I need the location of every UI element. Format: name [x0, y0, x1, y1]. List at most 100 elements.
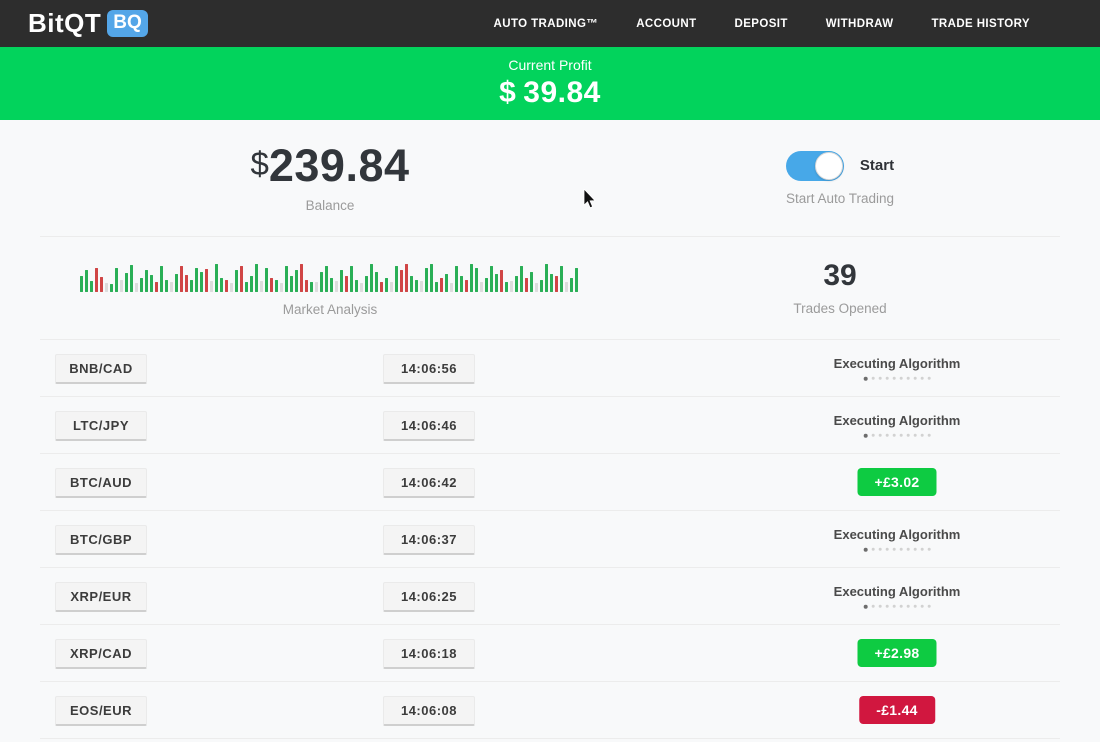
market-bar: [410, 276, 413, 292]
market-bar: [395, 266, 398, 292]
market-bar: [280, 283, 283, 292]
table-row: EOS/EUR 14:06:08 -£1.44: [40, 682, 1060, 739]
pair-chip: LTC/JPY: [55, 411, 147, 441]
market-analysis-block: Market Analysis: [40, 237, 620, 339]
progress-dot: [892, 605, 895, 608]
progress-dot: [863, 376, 867, 380]
progress-dot: [906, 377, 909, 380]
progress-dot: [920, 434, 923, 437]
progress-dot: [913, 548, 916, 551]
nav-withdraw[interactable]: WITHDRAW: [826, 18, 894, 30]
trade-result: -£1.44: [859, 696, 935, 724]
time-chip: 14:06:25: [383, 582, 475, 612]
logo-text: BitQT: [28, 8, 101, 39]
logo-badge: BQ: [107, 10, 148, 37]
pair-chip: EOS/EUR: [55, 696, 147, 726]
market-bar: [230, 283, 233, 292]
market-bar: [565, 282, 568, 292]
progress-dot: [899, 434, 902, 437]
market-bar: [510, 281, 513, 292]
pair-chip: XRP/EUR: [55, 582, 147, 612]
top-navigation-bar: BitQT BQ AUTO TRADING™ ACCOUNT DEPOSIT W…: [0, 0, 1100, 47]
progress-dot: [878, 377, 881, 380]
progress-dot: [913, 605, 916, 608]
market-bar: [515, 276, 518, 292]
trades-opened-block: 39 Trades Opened: [620, 237, 1060, 339]
trade-result: +£2.98: [857, 639, 936, 667]
market-bar: [135, 283, 138, 292]
market-bar: [420, 281, 423, 292]
progress-dot: [863, 547, 867, 551]
market-bar: [125, 273, 128, 292]
nav-account[interactable]: ACCOUNT: [636, 18, 696, 30]
market-bar: [120, 280, 123, 292]
market-section: Market Analysis 39 Trades Opened: [40, 237, 1060, 340]
market-bar: [455, 266, 458, 292]
market-bar: [495, 274, 498, 292]
market-bar: [405, 264, 408, 292]
nav-trade-history[interactable]: TRADE HISTORY: [932, 18, 1031, 30]
trade-result: +£3.02: [857, 468, 936, 496]
market-bar: [400, 270, 403, 292]
market-bar: [150, 275, 153, 292]
progress-dot: [906, 434, 909, 437]
balance-block: $239.84 Balance: [40, 120, 620, 236]
market-bar: [195, 268, 198, 292]
progress-dots: [834, 548, 961, 552]
market-bar: [175, 274, 178, 292]
market-bar: [450, 283, 453, 292]
market-bar: [300, 264, 303, 292]
time-chip: 14:06:42: [383, 468, 475, 498]
trade-result: Executing Algorithm: [834, 527, 961, 552]
progress-dots: [834, 434, 961, 438]
trade-result: Executing Algorithm: [834, 413, 961, 438]
executing-algorithm-label: Executing Algorithm: [834, 584, 961, 599]
market-bar: [375, 272, 378, 292]
executing-algorithm-label: Executing Algorithm: [834, 527, 961, 542]
market-bar: [540, 280, 543, 292]
market-bar: [415, 280, 418, 292]
time-chip: 14:06:37: [383, 525, 475, 555]
market-bar: [500, 270, 503, 292]
market-bar: [505, 282, 508, 292]
progress-dot: [920, 548, 923, 551]
pair-chip: BTC/GBP: [55, 525, 147, 555]
market-analysis-label: Market Analysis: [283, 302, 378, 317]
profit-badge: +£2.98: [857, 639, 936, 667]
market-bar: [265, 268, 268, 292]
market-bar: [380, 282, 383, 292]
pair-chip: BNB/CAD: [55, 354, 147, 384]
progress-dot: [899, 605, 902, 608]
progress-dot: [920, 605, 923, 608]
market-bar: [290, 276, 293, 292]
market-bar: [350, 266, 353, 292]
market-bar: [435, 282, 438, 292]
trades-opened-label: Trades Opened: [793, 301, 886, 316]
bitqt-logo[interactable]: BitQT BQ: [28, 8, 148, 39]
auto-trading-toggle[interactable]: [786, 151, 844, 181]
market-bar: [165, 280, 168, 292]
table-row: XRP/EUR 14:06:25 Executing Algorithm: [40, 568, 1060, 625]
balance-amount: 239.84: [269, 140, 410, 191]
profit-amount: 39.84: [523, 76, 601, 109]
balance-value: $239.84: [251, 143, 410, 188]
auto-trading-sublabel: Start Auto Trading: [786, 191, 894, 206]
table-row: BTC/GBP 14:06:37 Executing Algorithm: [40, 511, 1060, 568]
nav-deposit[interactable]: DEPOSIT: [735, 18, 788, 30]
market-bar: [205, 269, 208, 292]
market-bar: [360, 283, 363, 292]
nav-auto-trading[interactable]: AUTO TRADING™: [494, 18, 599, 30]
progress-dot: [863, 433, 867, 437]
market-bar: [235, 270, 238, 292]
market-bar: [485, 278, 488, 292]
market-bar: [425, 268, 428, 292]
time-chip: 14:06:08: [383, 696, 475, 726]
market-bar: [325, 266, 328, 292]
balance-section: $239.84 Balance Start Start Auto Trading: [40, 120, 1060, 237]
market-bar: [250, 276, 253, 292]
time-chip: 14:06:18: [383, 639, 475, 669]
market-bar: [185, 275, 188, 292]
table-row: XRP/CAD14:06:18+£2.98: [40, 625, 1060, 682]
market-bar: [320, 272, 323, 292]
market-bar: [370, 264, 373, 292]
